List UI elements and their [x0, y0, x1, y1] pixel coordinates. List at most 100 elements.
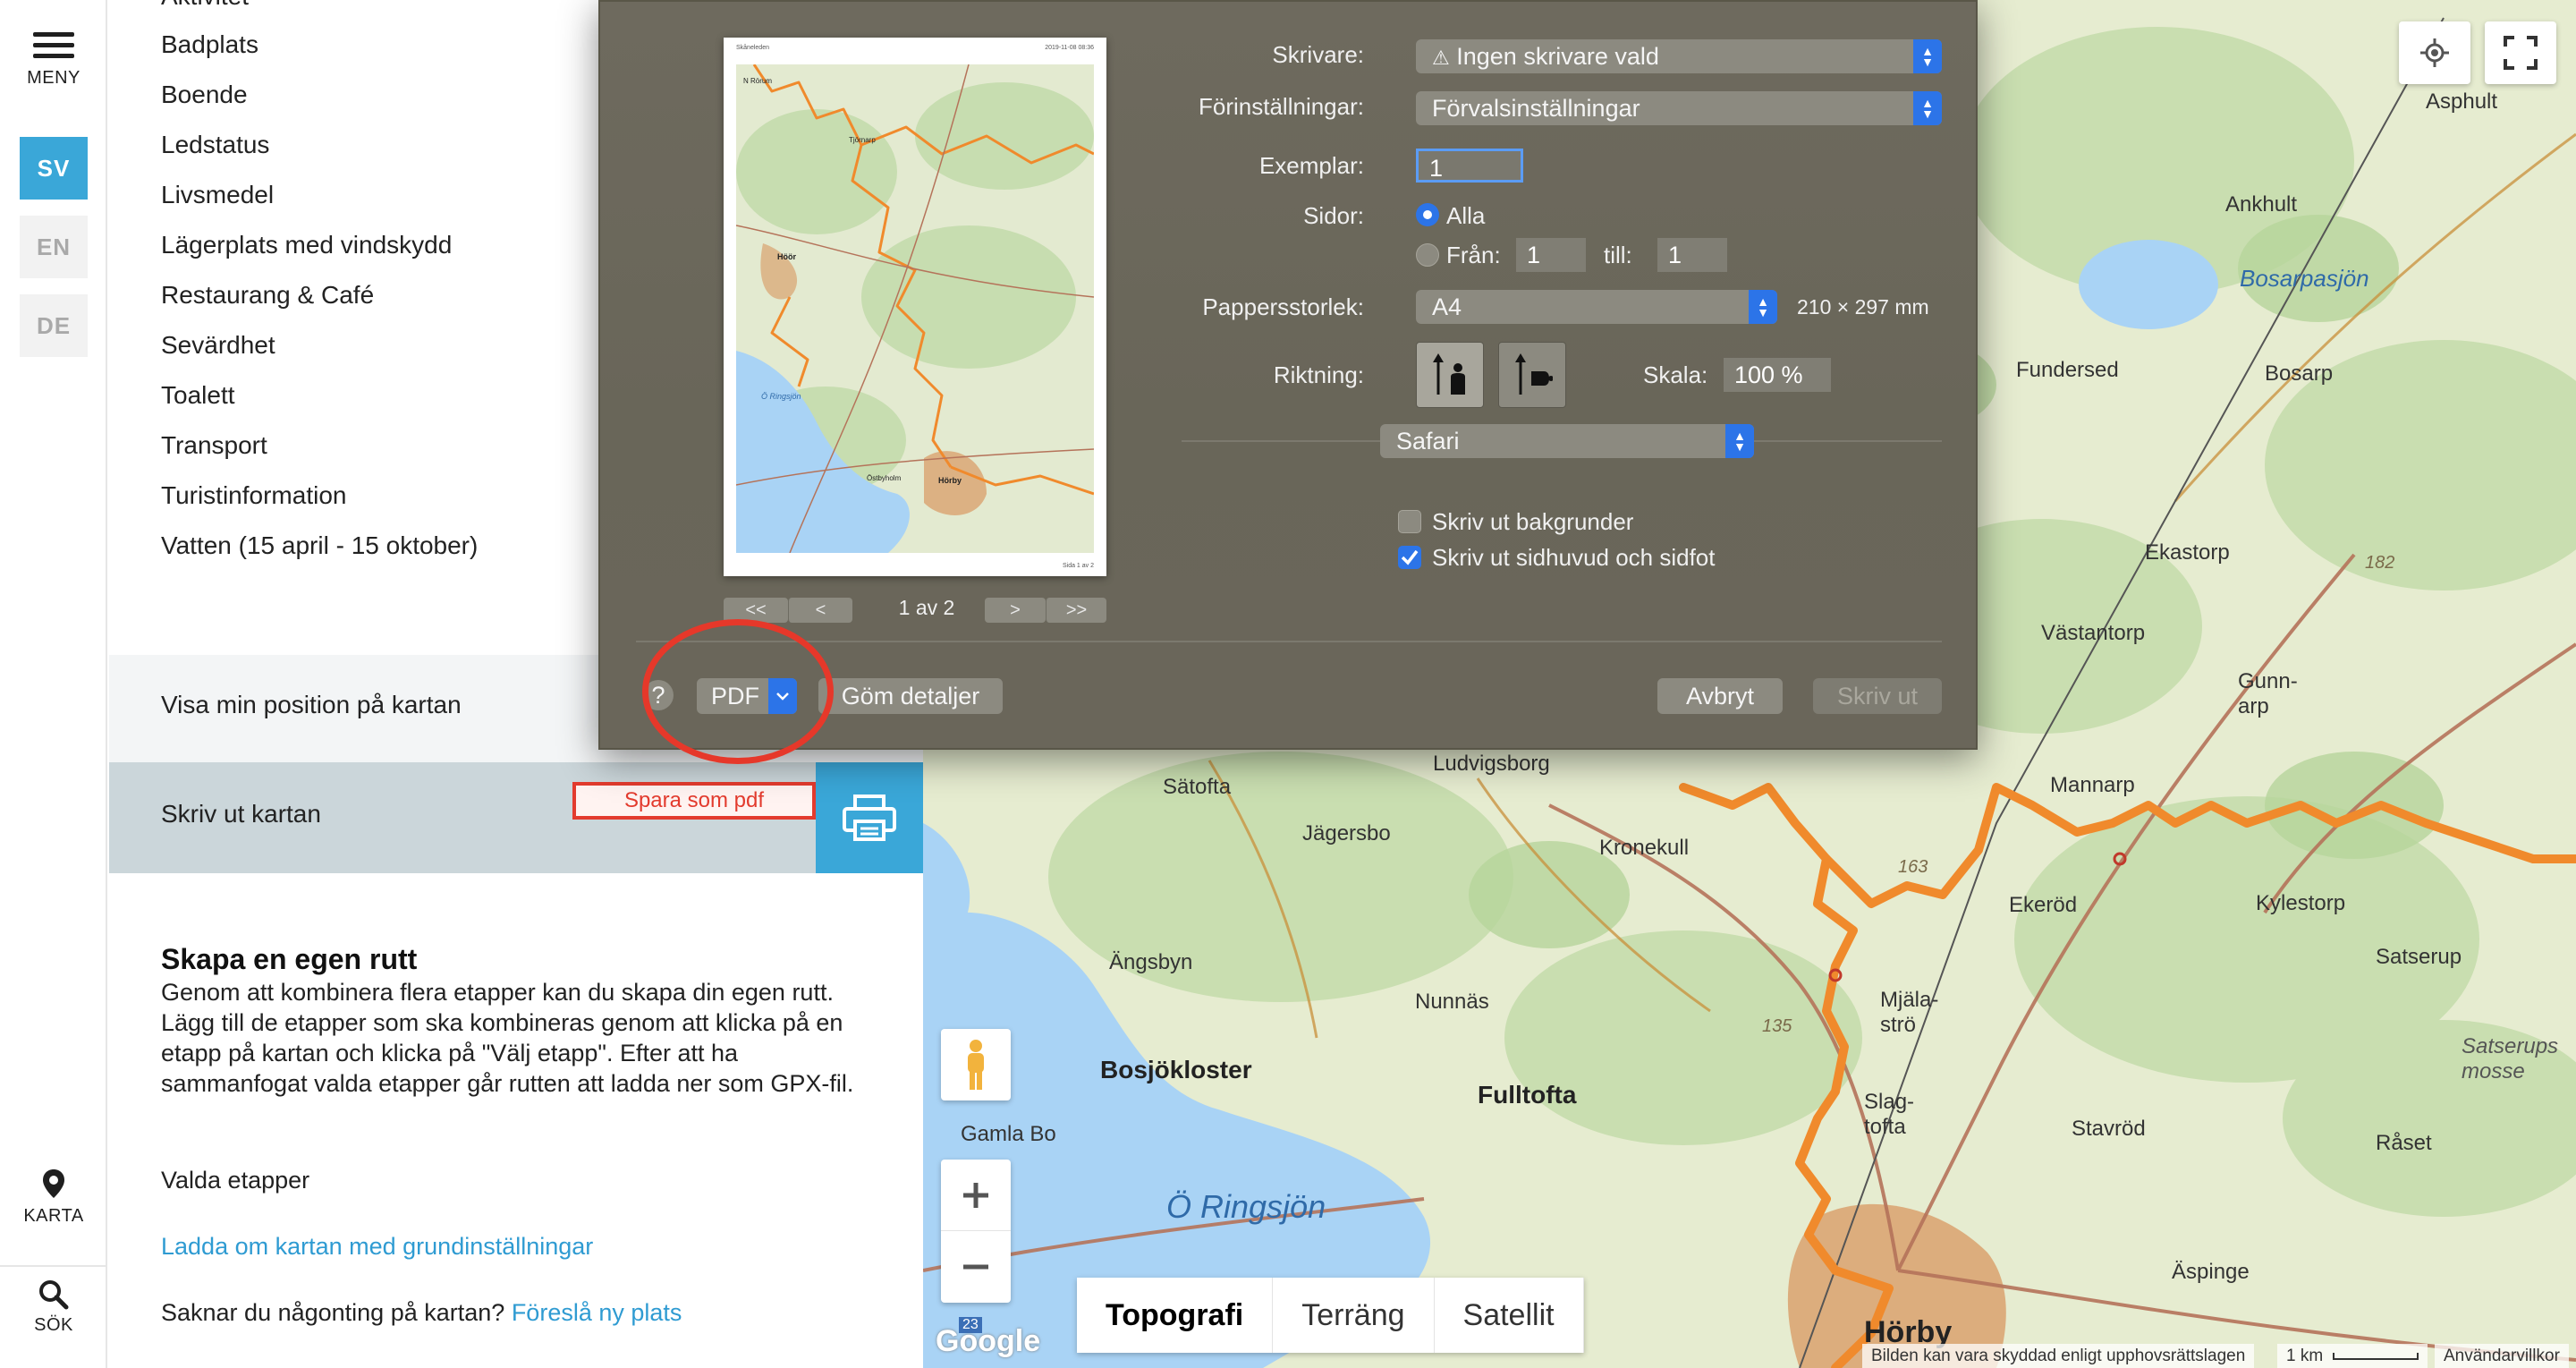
- locate-me-button[interactable]: [2399, 21, 2470, 84]
- printer-icon: [843, 794, 896, 841]
- search-nav-label: SÖK: [34, 1315, 73, 1335]
- pages-from-label: Från:: [1446, 242, 1501, 268]
- selected-stages-label: Valda etapper: [161, 1167, 310, 1194]
- location-pin-icon: [43, 1169, 64, 1198]
- stepper-arrows-icon: ▲ ▼: [1725, 424, 1754, 458]
- category-item[interactable]: Boende: [161, 73, 478, 123]
- map-place-label: Bosarp: [2265, 361, 2334, 386]
- terms-link[interactable]: Användarvillkor: [2435, 1344, 2569, 1368]
- category-item[interactable]: Restaurang & Café: [161, 274, 478, 324]
- print-submit-button[interactable]: Skriv ut: [1813, 678, 1942, 714]
- category-item[interactable]: Ledstatus: [161, 123, 478, 174]
- preview-last-page[interactable]: >>: [1046, 598, 1106, 623]
- presets-value: Förvalsinställningar: [1432, 95, 1640, 122]
- fullscreen-button[interactable]: [2485, 21, 2556, 84]
- pages-to-label: till:: [1604, 242, 1632, 268]
- stepper-arrows-icon: ▲ ▼: [1913, 39, 1942, 73]
- print-button[interactable]: [816, 762, 923, 873]
- reload-map-link[interactable]: Ladda om kartan med grundinställningar: [161, 1233, 593, 1261]
- preview-place-label: N Rörum: [743, 77, 773, 85]
- printer-select[interactable]: ⚠ Ingen skrivare vald ▲ ▼: [1416, 39, 1942, 73]
- suggest-place-link[interactable]: Föreslå ny plats: [512, 1299, 682, 1326]
- copies-input[interactable]: 1: [1416, 149, 1523, 183]
- map-road-number: 135: [1762, 1016, 1792, 1036]
- orientation-label: Riktning:: [1273, 361, 1364, 388]
- menu-button[interactable]: MENY: [0, 32, 107, 89]
- checkmark-icon: [1401, 549, 1419, 565]
- hide-details-button[interactable]: Göm detaljer: [818, 678, 1003, 714]
- pages-all-radio[interactable]: [1416, 203, 1439, 226]
- map-type-terrang[interactable]: Terräng: [1273, 1278, 1435, 1353]
- menu-label: MENY: [27, 68, 80, 88]
- category-item[interactable]: Toalett: [161, 374, 478, 424]
- language-sv[interactable]: SV: [20, 137, 88, 200]
- map-type-satellit[interactable]: Satellit: [1435, 1278, 1584, 1353]
- street-view-pegman[interactable]: [941, 1029, 1011, 1100]
- category-item[interactable]: Vatten (15 april - 15 oktober): [161, 524, 478, 574]
- map-water-label: Ö Ringsjön: [1166, 1188, 1326, 1225]
- category-item[interactable]: Transport: [161, 424, 478, 474]
- pages-label: Sidor:: [1303, 202, 1364, 229]
- preview-place-label: Tjörnarp: [849, 136, 876, 144]
- paper-size-select[interactable]: A4 ▲ ▼: [1416, 290, 1777, 324]
- stepper-arrows-icon: ▲ ▼: [1749, 290, 1777, 324]
- crosshair-icon: [2420, 38, 2449, 67]
- preview-place-label: Ö Ringsjön: [761, 392, 801, 401]
- category-item[interactable]: Lägerplats med vindskydd: [161, 224, 478, 274]
- print-map-row[interactable]: Skriv ut kartan Spara som pdf: [109, 762, 923, 873]
- preview-next-page[interactable]: >: [985, 598, 1046, 623]
- preview-place-label: Östbyholm: [867, 474, 902, 482]
- zoom-in-button[interactable]: [941, 1160, 1011, 1231]
- print-dialog: Skåneleden 2019-11-08 08:36 Höör Ö Rings…: [598, 0, 1978, 750]
- map-place-label: Mannarp: [2050, 773, 2135, 797]
- print-backgrounds-checkbox[interactable]: [1398, 510, 1421, 533]
- map-nav-label: KARTA: [23, 1206, 84, 1226]
- category-item[interactable]: Badplats: [161, 23, 478, 73]
- preview-place-label: Höör: [777, 252, 796, 261]
- zoom-out-button[interactable]: [941, 1231, 1011, 1303]
- category-item[interactable]: Livsmedel: [161, 174, 478, 224]
- category-item[interactable]: Sevärdhet: [161, 324, 478, 374]
- search-icon: [39, 1280, 69, 1310]
- preview-header-right: 2019-11-08 08:36: [1045, 45, 1094, 51]
- search-nav-button[interactable]: SÖK: [0, 1279, 107, 1336]
- cancel-button[interactable]: Avbryt: [1657, 678, 1783, 714]
- map-place-label: Ludvigsborg: [1433, 752, 1550, 776]
- pages-to-input[interactable]: 1: [1657, 238, 1727, 272]
- map-type-switcher: Topografi Terräng Satellit: [1077, 1278, 1584, 1353]
- map-place-label: Satserup: [2376, 945, 2462, 969]
- app-options-value: Safari: [1396, 428, 1460, 455]
- paper-size-value: A4: [1432, 293, 1462, 320]
- hamburger-icon: [33, 32, 74, 59]
- map-road-number: 163: [1898, 857, 1928, 877]
- map-place-label: Nunnäs: [1415, 990, 1489, 1014]
- preview-prev-page[interactable]: <: [788, 598, 852, 623]
- minus-icon: [963, 1264, 988, 1270]
- pages-range-radio[interactable]: [1416, 243, 1439, 267]
- map-place-label: Asphult: [2426, 89, 2498, 114]
- printer-label: Skrivare:: [1272, 41, 1364, 68]
- print-headers-checkbox[interactable]: [1398, 546, 1421, 569]
- pages-from-input[interactable]: 1: [1516, 238, 1586, 272]
- map-place-label: Gunn-arp: [2238, 669, 2298, 718]
- category-item[interactable]: Turistinformation: [161, 474, 478, 524]
- presets-label: Förinställningar:: [1199, 93, 1364, 120]
- map-nav-button[interactable]: KARTA: [0, 1168, 107, 1227]
- language-en[interactable]: EN: [20, 216, 88, 278]
- category-item-partial[interactable]: Aktivitet: [161, 0, 249, 11]
- map-place-label: Sätofta: [1163, 775, 1232, 799]
- orientation-landscape[interactable]: [1498, 342, 1566, 408]
- orientation-portrait[interactable]: [1416, 342, 1484, 408]
- app-options-select[interactable]: Safari ▲ ▼: [1380, 424, 1754, 458]
- rail-divider: [0, 1265, 107, 1267]
- missing-text: Saknar du någonting på kartan?: [161, 1299, 505, 1326]
- scale-input[interactable]: 100 %: [1724, 358, 1831, 392]
- map-place-label: Äspinge: [2172, 1260, 2250, 1284]
- presets-select[interactable]: Förvalsinställningar ▲ ▼: [1416, 91, 1942, 125]
- language-de[interactable]: DE: [20, 294, 88, 357]
- landscape-orientation-icon: [1515, 353, 1553, 395]
- preview-page-indicator: 1 av 2: [898, 596, 955, 619]
- paper-size-label: Pappersstorlek:: [1202, 293, 1364, 320]
- warning-icon: ⚠: [1432, 47, 1450, 69]
- map-type-topografi[interactable]: Topografi: [1077, 1278, 1274, 1353]
